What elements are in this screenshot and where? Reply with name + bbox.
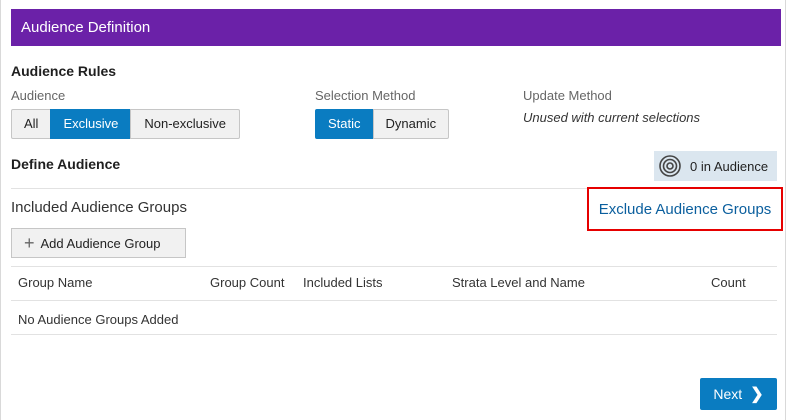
panel-header: Audience Definition	[11, 9, 781, 46]
column-header-group-count[interactable]: Group Count	[210, 275, 284, 290]
plus-icon: +	[24, 233, 35, 253]
table-bottom-divider	[11, 334, 777, 335]
audience-count-text: 0 in Audience	[690, 158, 769, 174]
chevron-right-icon: ❯	[750, 386, 764, 403]
next-button[interactable]: Next ❯	[700, 378, 777, 410]
add-audience-group-label: Add Audience Group	[40, 235, 161, 251]
table-top-divider	[11, 266, 777, 267]
column-header-count[interactable]: Count	[711, 275, 746, 290]
selection-dynamic-button[interactable]: Dynamic	[372, 109, 450, 139]
audience-segmented-control: All Exclusive Non-exclusive	[11, 109, 241, 139]
selection-static-button[interactable]: Static	[315, 109, 374, 139]
audience-rules-title: Audience Rules	[11, 63, 117, 79]
table-header-divider	[11, 300, 777, 301]
panel-title: Audience Definition	[21, 19, 151, 36]
audience-nonexclusive-button[interactable]: Non-exclusive	[130, 109, 241, 139]
update-method-value: Unused with current selections	[523, 110, 701, 125]
add-audience-group-button[interactable]: + Add Audience Group	[11, 228, 186, 258]
next-label: Next	[713, 386, 743, 402]
empty-table-message: No Audience Groups Added	[18, 312, 179, 327]
update-method-label: Update Method	[523, 88, 612, 103]
target-icon	[659, 155, 681, 177]
audience-label: Audience	[11, 88, 66, 103]
selection-method-segmented-control: Static Dynamic	[315, 109, 450, 139]
audience-all-button[interactable]: All	[11, 109, 52, 139]
audience-count-badge: 0 in Audience	[654, 151, 777, 181]
exclude-link-text: Exclude Audience Groups	[598, 200, 772, 218]
column-header-included-lists[interactable]: Included Lists	[303, 275, 383, 290]
audience-exclusive-button[interactable]: Exclusive	[50, 109, 132, 139]
define-audience-title: Define Audience	[11, 156, 121, 172]
column-header-strata-level[interactable]: Strata Level and Name	[452, 275, 585, 290]
exclude-audience-groups-link[interactable]: Exclude Audience Groups	[587, 187, 783, 231]
column-header-group-name[interactable]: Group Name	[18, 275, 92, 290]
selection-method-label: Selection Method	[315, 88, 416, 103]
included-groups-label: Included Audience Groups	[11, 199, 187, 216]
